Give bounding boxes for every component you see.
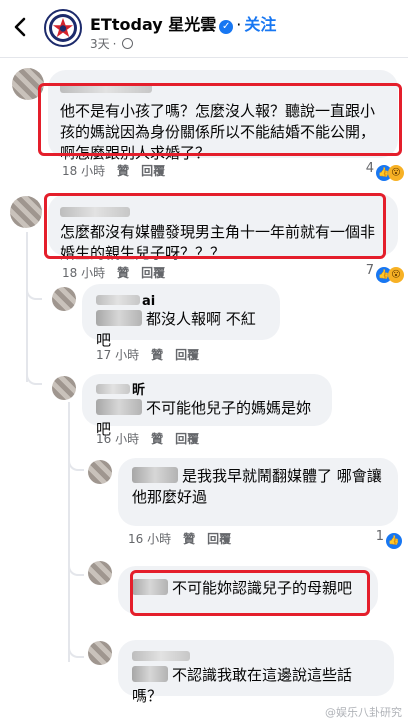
commenter-name[interactable]: 昕 xyxy=(96,379,318,398)
page-name[interactable]: ETtoday 星光雲 xyxy=(90,15,216,34)
reaction-count: 1 xyxy=(375,529,384,544)
separator-dot: · xyxy=(112,37,117,51)
reply-button[interactable]: 回覆 xyxy=(141,164,165,178)
comment-time[interactable]: 18 小時 xyxy=(62,266,105,280)
avatar[interactable] xyxy=(52,287,76,311)
reaction-count: 4 xyxy=(365,161,374,176)
reaction-summary[interactable]: 1 👍 xyxy=(375,528,402,549)
blurred-mention xyxy=(96,399,142,415)
reaction-summary[interactable]: 7 👍 😮 xyxy=(365,262,404,283)
page-avatar[interactable] xyxy=(44,9,82,47)
thread-connector xyxy=(26,365,42,385)
avatar[interactable] xyxy=(52,376,76,400)
like-button[interactable]: 贊 xyxy=(117,164,129,178)
thread-line xyxy=(68,402,70,662)
post-header: ETtoday 星光雲 ✓ · 关注 3天 · xyxy=(0,0,408,58)
reply-actions: 16 小時贊回覆 xyxy=(128,530,243,547)
reply-actions: 17 小時贊回覆 xyxy=(96,346,211,363)
like-button[interactable]: 贊 xyxy=(183,532,195,546)
wow-face-icon: 😮 xyxy=(388,267,404,283)
reply-bubble: 是我我早就鬧翻媒體了 哪會讓他那麼好過 xyxy=(118,458,398,526)
blurred-mention xyxy=(132,467,178,483)
reply-button[interactable]: 回覆 xyxy=(175,348,199,362)
reaction-summary[interactable]: 4 👍 😮 xyxy=(365,160,404,181)
reply-bubble: 不認識我敢在這邊說這些話嗎？ xyxy=(118,640,394,705)
reply-time[interactable]: 16 小時 xyxy=(96,432,139,446)
page-title[interactable]: ETtoday 星光雲 ✓ · 关注 xyxy=(90,11,276,35)
avatar[interactable] xyxy=(88,641,112,665)
follow-button[interactable]: 关注 xyxy=(244,15,276,34)
reply-text: 都沒人報啊 不紅吧 xyxy=(96,310,256,349)
comment-actions: 18 小時贊回覆 xyxy=(62,264,177,281)
logo-icon xyxy=(49,14,77,42)
reply-text: 不認識我敢在這邊說這些話嗎？ xyxy=(132,666,353,705)
avatar[interactable] xyxy=(88,460,112,484)
blurred-mention xyxy=(132,666,168,682)
like-button[interactable]: 贊 xyxy=(151,348,163,362)
thread-connector xyxy=(68,560,84,576)
separator-dot: · xyxy=(236,15,242,34)
commenter-name-suffix[interactable]: 昕 xyxy=(132,383,145,398)
thread-connector xyxy=(68,642,84,658)
reply-button[interactable]: 回覆 xyxy=(141,266,165,280)
highlight-box xyxy=(38,83,402,156)
reply-time[interactable]: 16 小時 xyxy=(128,532,171,546)
wow-face-icon: 😮 xyxy=(388,165,404,181)
avatar[interactable] xyxy=(88,561,112,585)
comment-time[interactable]: 18 小時 xyxy=(62,164,105,178)
thread-connector xyxy=(26,280,42,300)
reply-bubble: 昕 不可能他兒子的媽媽是妳吧 xyxy=(82,374,332,438)
blurred-mention xyxy=(96,310,142,326)
post-meta: 3天 · xyxy=(90,35,134,52)
verified-badge-icon: ✓ xyxy=(219,20,234,34)
commenter-name-suffix[interactable]: ai xyxy=(142,294,155,309)
avatar[interactable] xyxy=(10,196,42,228)
commenter-name[interactable]: ai xyxy=(96,290,266,309)
reply-time[interactable]: 17 小時 xyxy=(96,348,139,362)
comment-actions: 18 小時贊回覆 xyxy=(62,162,177,179)
commenter-name[interactable] xyxy=(132,646,380,665)
reaction-count: 7 xyxy=(365,263,374,278)
reply-button[interactable]: 回覆 xyxy=(175,432,199,446)
highlight-box xyxy=(44,193,386,259)
thumbs-up-icon: 👍 xyxy=(386,533,402,549)
like-button[interactable]: 贊 xyxy=(151,432,163,446)
globe-icon xyxy=(122,38,134,49)
like-button[interactable]: 贊 xyxy=(117,266,129,280)
reply-text: 是我我早就鬧翻媒體了 哪會讓他那麼好過 xyxy=(132,467,382,506)
highlight-box xyxy=(130,570,370,616)
reply-bubble: ai 都沒人報啊 不紅吧 xyxy=(82,284,280,349)
post-time[interactable]: 3天 xyxy=(90,37,110,51)
reply-button[interactable]: 回覆 xyxy=(207,532,231,546)
thread-connector xyxy=(68,455,84,471)
watermark: @娱乐八卦研究 xyxy=(325,706,402,719)
reply-actions: 16 小時贊回覆 xyxy=(96,430,211,447)
chevron-left-icon[interactable] xyxy=(10,16,32,38)
thread-line xyxy=(26,232,28,382)
